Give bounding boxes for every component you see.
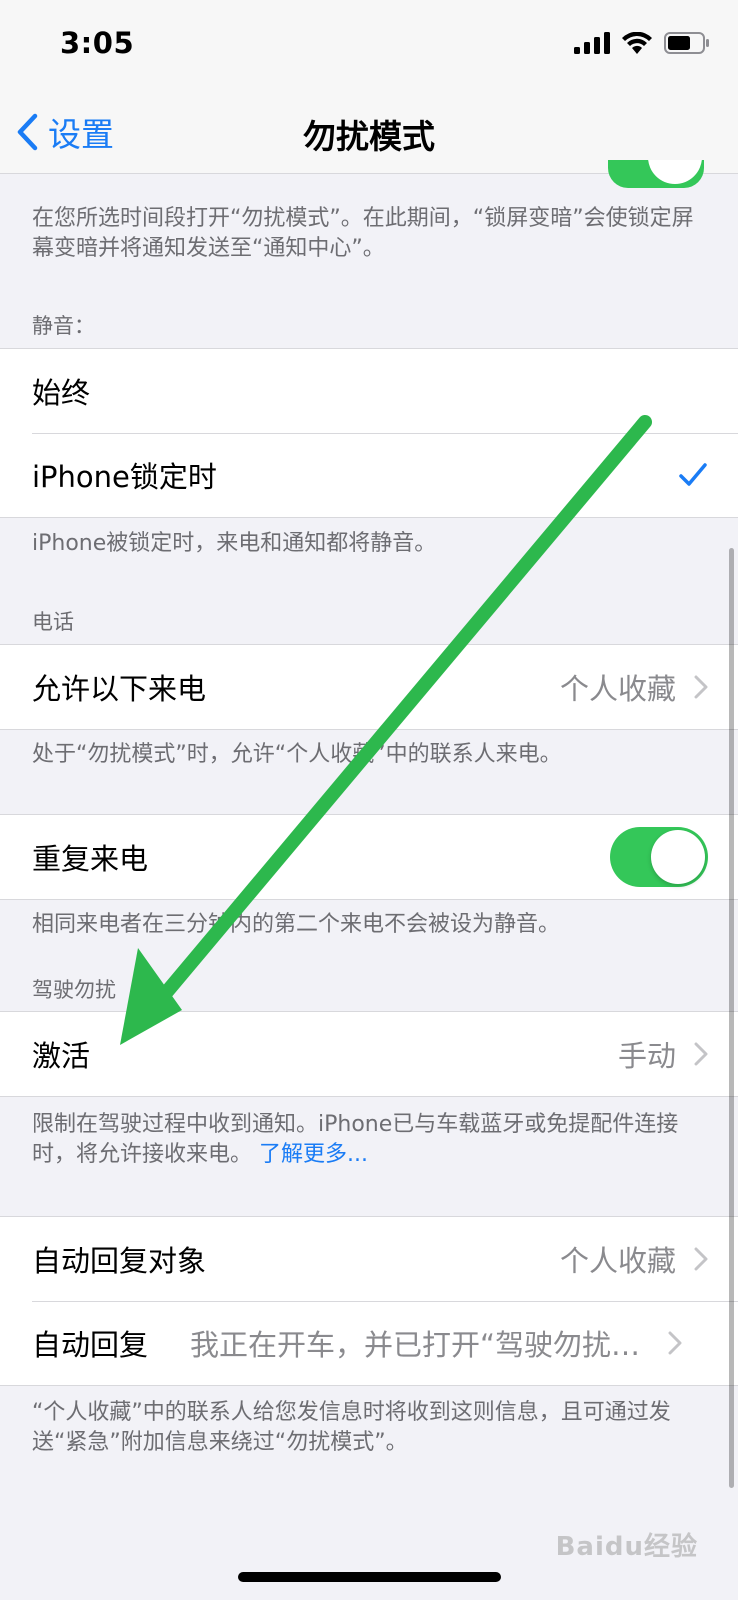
activate-label: 激活 <box>32 1039 91 1073</box>
auto-reply-row[interactable]: 自动回复 我正在开车，并已打开“驾驶勿扰模式” <box>0 1301 738 1385</box>
repeated-calls-label: 重复来电 <box>32 842 149 876</box>
repeated-calls-group: 重复来电 <box>0 814 738 900</box>
home-indicator[interactable] <box>238 1572 501 1582</box>
learn-more-link[interactable]: 了解更多... <box>259 1142 368 1167</box>
silence-option-label: 始终 <box>32 376 91 410</box>
activate-row[interactable]: 激活 手动 <box>0 1012 738 1096</box>
schedule-footer: 在您所选时间段打开“勿扰模式”。在此期间，“锁屏变暗”会使锁定屏幕变暗并将通知发… <box>32 206 694 261</box>
cellular-signal-icon <box>574 32 610 54</box>
allow-calls-label: 允许以下来电 <box>32 672 207 706</box>
status-bar: 3:05 <box>0 0 738 90</box>
phone-footer: 处于“勿扰模式”时，允许“个人收藏”中的联系人来电。 <box>32 742 562 767</box>
chevron-right-icon <box>694 1247 708 1271</box>
allow-calls-value: 个人收藏 <box>559 672 676 706</box>
phone-header: 电话 <box>32 610 74 634</box>
scheduled-toggle-partial[interactable] <box>608 160 704 188</box>
silence-group: 始终 iPhone锁定时 <box>0 348 738 518</box>
auto-reply-to-row[interactable]: 自动回复对象 个人收藏 <box>0 1217 738 1301</box>
driving-group: 激活 手动 <box>0 1011 738 1097</box>
chevron-right-icon <box>668 1331 682 1355</box>
silence-option-always[interactable]: 始终 <box>0 349 738 433</box>
silence-header: 静音： <box>32 314 95 338</box>
toggle-knob <box>651 830 705 884</box>
chevron-right-icon <box>694 1042 708 1066</box>
baidu-watermark: Baidu经验 <box>555 1532 698 1562</box>
chevron-right-icon <box>694 675 708 699</box>
driving-footer: 限制在驾驶过程中收到通知。iPhone已与车载蓝牙或免提配件连接时，将允许接收来… <box>32 1110 712 1170</box>
activate-value: 手动 <box>617 1039 676 1073</box>
silence-option-locked[interactable]: iPhone锁定时 <box>0 433 738 517</box>
silence-footer: iPhone被锁定时，来电和通知都将静音。 <box>32 531 437 556</box>
allow-calls-row[interactable]: 允许以下来电 个人收藏 <box>0 645 738 729</box>
auto-reply-to-label: 自动回复对象 <box>32 1244 207 1278</box>
repeated-calls-row: 重复来电 <box>0 815 738 899</box>
silence-option-label: iPhone锁定时 <box>32 460 217 494</box>
auto-reply-to-value: 个人收藏 <box>559 1244 676 1278</box>
page-title: 勿扰模式 <box>303 117 435 156</box>
driving-header: 驾驶勿扰 <box>32 978 116 1002</box>
repeated-calls-toggle[interactable] <box>610 827 708 887</box>
status-icons <box>574 32 710 54</box>
status-time: 3:05 <box>60 26 135 60</box>
phone-group: 允许以下来电 个人收藏 <box>0 644 738 730</box>
auto-reply-value: 我正在开车，并已打开“驾驶勿扰模式” <box>190 1328 651 1362</box>
auto-reply-label: 自动回复 <box>32 1328 149 1362</box>
battery-icon <box>664 32 709 54</box>
auto-reply-footer: “个人收藏”中的联系人给您发信息时将收到这则信息，且可通过发送“紧急”附加信息来… <box>32 1400 671 1455</box>
checkmark-icon <box>679 463 707 486</box>
repeated-calls-footer: 相同来电者在三分钟内的第二个来电不会被设为静音。 <box>32 912 561 937</box>
scrollbar[interactable] <box>729 548 734 1488</box>
wifi-icon <box>622 32 652 54</box>
auto-reply-group: 自动回复对象 个人收藏 自动回复 我正在开车，并已打开“驾驶勿扰模式” <box>0 1216 738 1386</box>
